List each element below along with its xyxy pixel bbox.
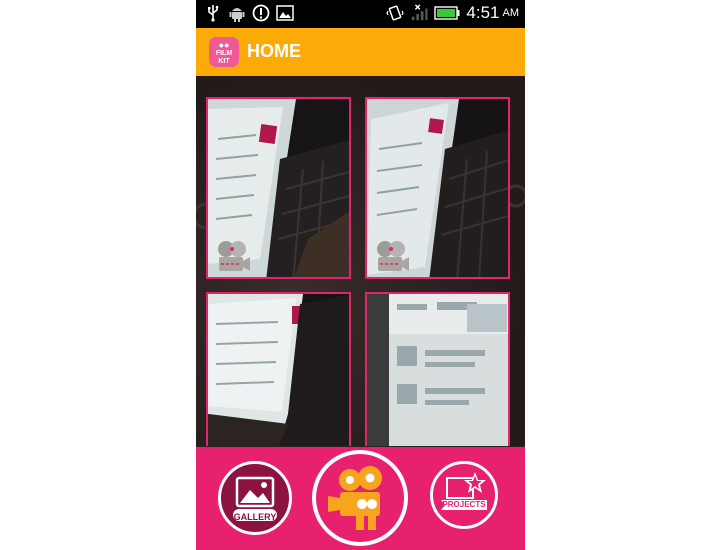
projects-label: PROJECTS [442, 500, 486, 509]
gallery-label: GALLERY [233, 512, 277, 522]
logo-text-top: FILM [215, 50, 233, 57]
media-thumbnail-3[interactable] [206, 292, 351, 446]
status-bar: 4:51 AM [196, 0, 525, 28]
usb-icon [204, 4, 222, 22]
film-camera-icon [328, 466, 382, 530]
video-camera-icon [213, 239, 251, 275]
battery-icon [434, 4, 460, 22]
media-grid [196, 76, 525, 446]
bottom-nav-bar: GALLERY PROJECTS [196, 447, 525, 550]
video-camera-icon [372, 239, 410, 275]
media-thumbnail-4[interactable] [365, 292, 510, 446]
no-signal-icon [410, 4, 428, 22]
app-logo-icon[interactable]: ●● FILM KIT [209, 37, 239, 67]
record-video-button[interactable] [312, 450, 408, 546]
phone-screen: 4:51 AM ●● FILM KIT HOME GALLERY PROJECT… [196, 0, 525, 550]
media-thumbnail-2[interactable] [365, 97, 510, 279]
clock-ampm: AM [502, 7, 520, 19]
clock-time: 4:51 [466, 3, 500, 22]
vibrate-icon [386, 4, 405, 22]
page-title: HOME [247, 41, 301, 61]
android-debug-icon [228, 4, 246, 22]
action-bar: ●● FILM KIT HOME [196, 28, 525, 76]
logo-text-bottom: KIT [218, 58, 230, 65]
projects-button[interactable]: PROJECTS [430, 461, 498, 529]
projects-star-icon [441, 472, 487, 510]
media-thumbnail-1[interactable] [206, 97, 351, 279]
gallery-button[interactable]: GALLERY [218, 461, 292, 535]
alert-icon [252, 4, 270, 22]
image-icon [276, 4, 294, 22]
